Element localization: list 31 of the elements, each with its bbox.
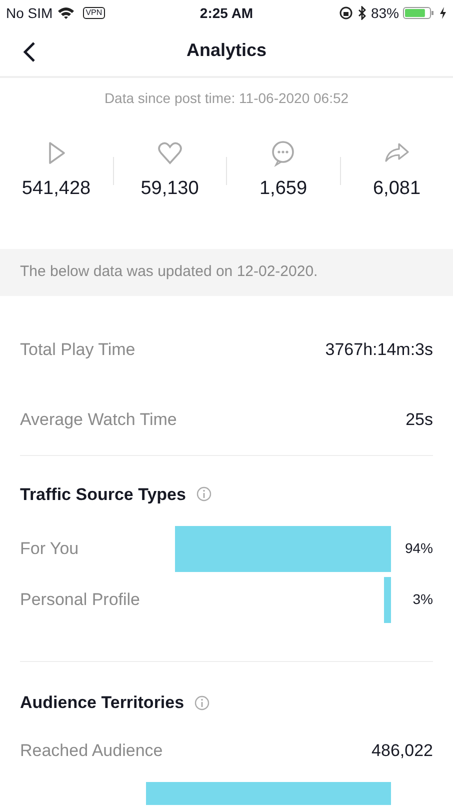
info-icon: [196, 486, 212, 502]
battery-icon: [403, 6, 436, 20]
update-notice: The below data was updated on 12-02-2020.: [0, 249, 453, 296]
page-title: Analytics: [186, 40, 267, 62]
stat-value: 1,659: [259, 177, 308, 201]
info-icon: [194, 694, 210, 711]
battery-text: 83%: [370, 4, 400, 22]
bar-fill: [384, 576, 391, 622]
metric-value: 486,022: [372, 740, 433, 762]
percent-value: 3%: [412, 590, 433, 609]
metric-value: 3767h:14m:3s: [325, 338, 433, 361]
source-label: Personal Profile: [20, 588, 140, 611]
wifi-icon: [56, 6, 75, 20]
post-time-text: Data since post time: 11-06-2020 06:52: [103, 89, 350, 108]
time-text: 2:25 AM: [200, 4, 254, 22]
metric-value: 25s: [406, 408, 433, 431]
stat-value: 6,081: [372, 177, 421, 201]
rotation-lock-icon: [338, 6, 353, 20]
section-title: Audience Territories: [20, 692, 184, 714]
charging-icon: [439, 6, 448, 20]
bluetooth-icon: [356, 6, 367, 20]
metric-label: Reached Audience: [20, 740, 163, 762]
metric-label: Average Watch Time: [20, 408, 177, 431]
section-title: Traffic Source Types: [20, 484, 186, 506]
stat-value: 59,130: [140, 177, 199, 201]
stat-value: 541,428: [22, 177, 91, 201]
carrier-text: No SIM: [6, 4, 53, 22]
metric-label: Total Play Time: [20, 338, 136, 361]
vpn-badge: VPN: [82, 7, 106, 19]
percent-value: 94%: [404, 539, 433, 558]
source-label: For You: [20, 538, 79, 560]
